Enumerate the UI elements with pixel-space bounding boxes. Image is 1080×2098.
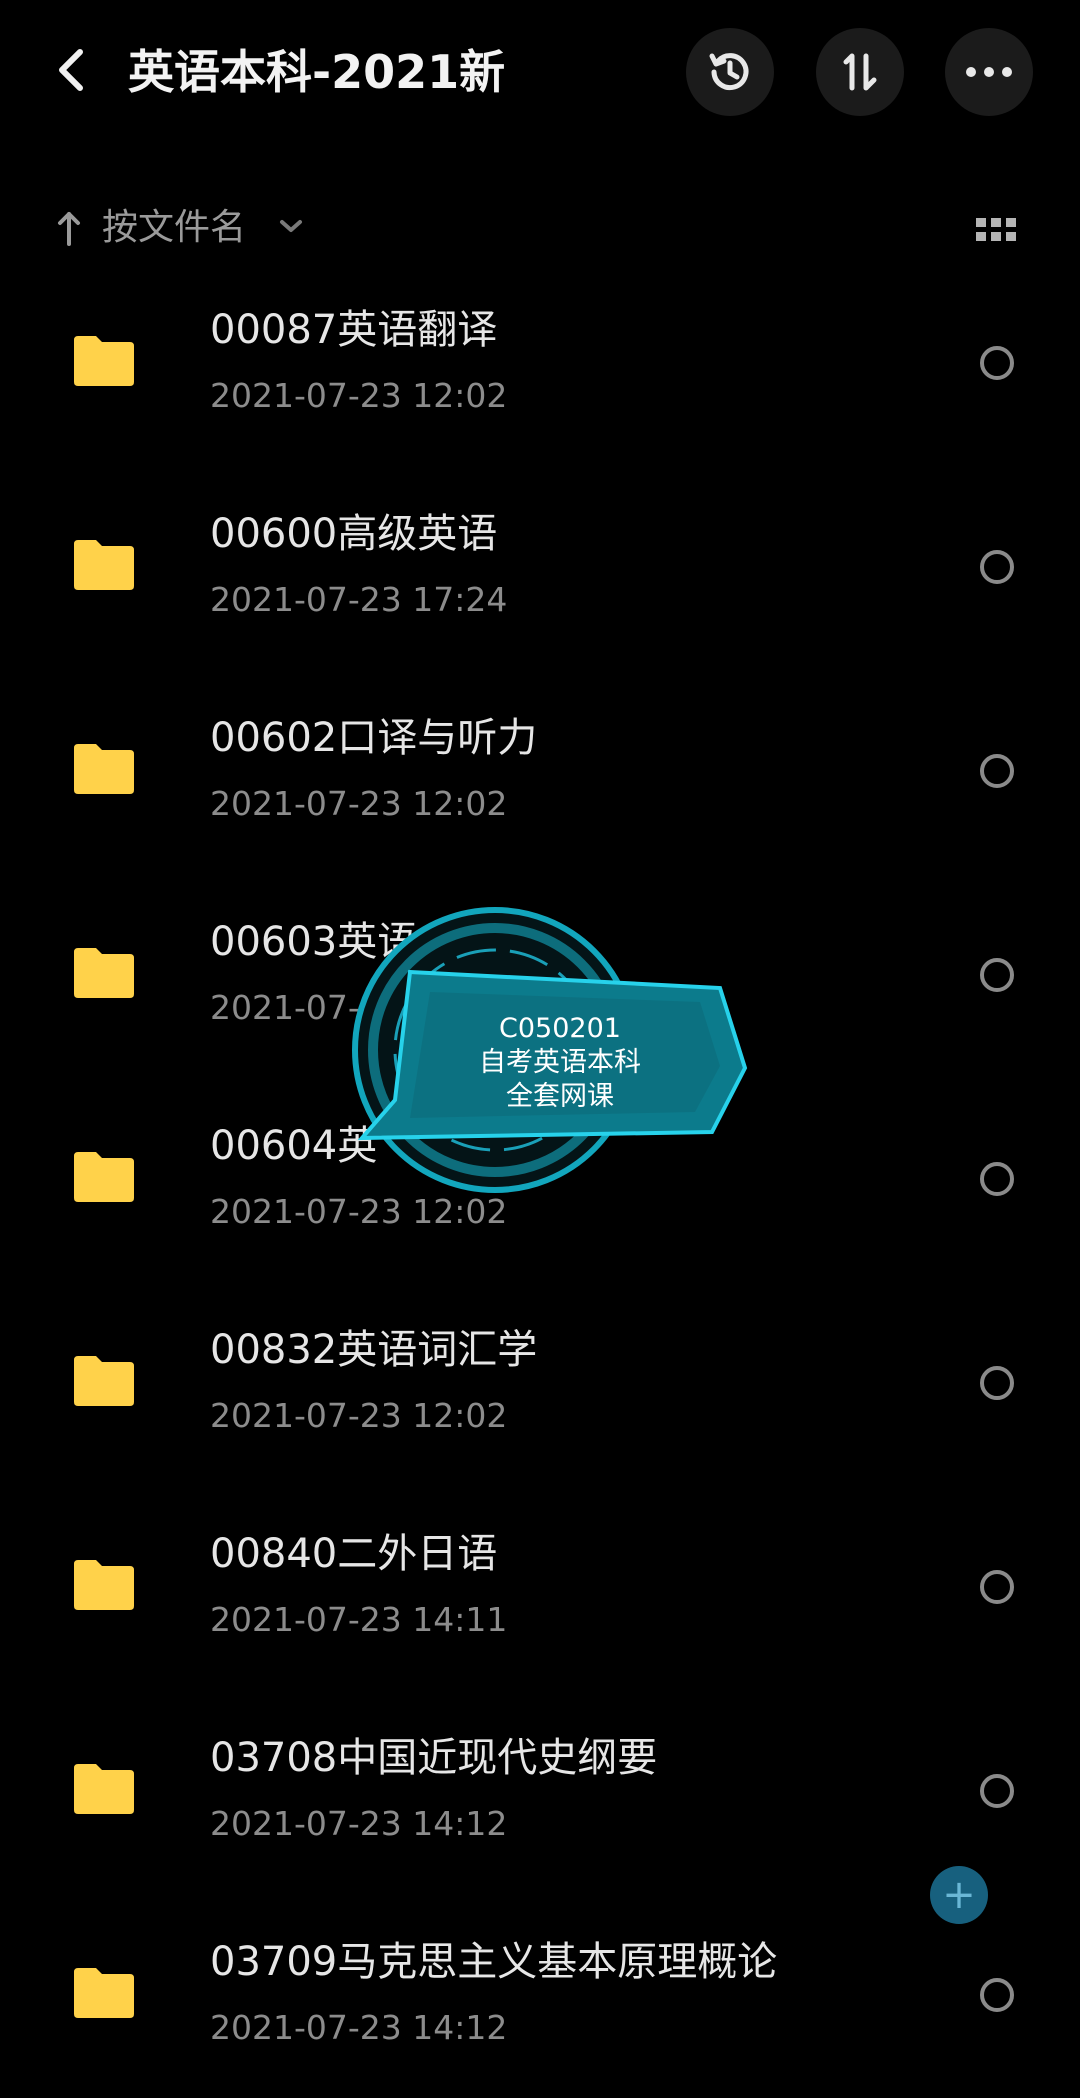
radio-icon[interactable] <box>980 958 1014 992</box>
add-button[interactable]: + <box>930 1866 988 1924</box>
file-name: 00840二外日语 <box>210 1531 498 1577</box>
folder-icon <box>74 1560 134 1610</box>
list-item[interactable]: 00602口译与听力 2021-07-23 12:02 <box>0 670 1080 874</box>
radio-icon[interactable] <box>980 1366 1014 1400</box>
app-header: 英语本科-2021新 <box>0 0 1080 140</box>
list-item[interactable]: 00087英语翻译 2021-07-23 12:02 <box>0 262 1080 466</box>
list-item[interactable]: 03709马克思主义基本原理概论 2021-07-23 14:12 <box>0 1894 1080 2098</box>
watermark-line: C050201 <box>499 1013 621 1044</box>
file-date: 2021-07-23 14:12 <box>210 2008 508 2047</box>
chevron-down-icon[interactable] <box>278 216 304 236</box>
more-icon <box>966 67 1012 77</box>
radio-icon[interactable] <box>980 1774 1014 1808</box>
file-date: 2021-07- <box>210 988 360 1027</box>
radio-icon[interactable] <box>980 754 1014 788</box>
list-item[interactable]: 00840二外日语 2021-07-23 14:11 <box>0 1486 1080 1690</box>
sort-order-button[interactable] <box>816 28 904 116</box>
file-name: 00087英语翻译 <box>210 307 498 353</box>
folder-icon <box>74 1764 134 1814</box>
file-name: 03709马克思主义基本原理概论 <box>210 1939 778 1985</box>
sort-direction-icon[interactable] <box>56 210 82 246</box>
list-item[interactable]: 00600高级英语 2021-07-23 17:24 <box>0 466 1080 670</box>
history-button[interactable] <box>686 28 774 116</box>
back-arrow-icon <box>59 49 83 91</box>
file-name: 00600高级英语 <box>210 511 498 557</box>
list-item[interactable]: 00832英语词汇学 2021-07-23 12:02 <box>0 1282 1080 1486</box>
file-date: 2021-07-23 12:02 <box>210 376 508 415</box>
file-date: 2021-07-23 14:11 <box>210 1600 508 1639</box>
file-name: 00832英语词汇学 <box>210 1327 538 1373</box>
folder-icon <box>74 744 134 794</box>
plus-icon: + <box>942 1872 976 1918</box>
grid-view-icon[interactable] <box>972 212 1020 248</box>
watermark-text: C050201 自考英语本科 全套网课 <box>430 1012 690 1114</box>
history-icon <box>709 53 749 91</box>
radio-icon[interactable] <box>980 346 1014 380</box>
list-item[interactable]: 03708中国近现代史纲要 2021-07-23 14:12 <box>0 1690 1080 1894</box>
back-button[interactable] <box>40 38 104 102</box>
radio-icon[interactable] <box>980 1162 1014 1196</box>
file-name: 03708中国近现代史纲要 <box>210 1735 658 1781</box>
file-date: 2021-07-23 14:12 <box>210 1804 508 1843</box>
file-date: 2021-07-23 12:02 <box>210 784 508 823</box>
sort-bar: 按文件名 <box>0 192 1080 264</box>
watermark-line: 自考英语本科 <box>479 1047 641 1078</box>
page-title: 英语本科-2021新 <box>128 45 506 99</box>
sort-by-name-label[interactable]: 按文件名 <box>102 204 246 252</box>
sort-order-icon <box>843 53 877 91</box>
radio-icon[interactable] <box>980 550 1014 584</box>
file-date: 2021-07-23 17:24 <box>210 580 508 619</box>
folder-icon <box>74 1968 134 2018</box>
radio-icon[interactable] <box>980 1570 1014 1604</box>
more-button[interactable] <box>945 28 1033 116</box>
file-name: 00602口译与听力 <box>210 715 538 761</box>
folder-icon <box>74 948 134 998</box>
folder-icon <box>74 1152 134 1202</box>
radio-icon[interactable] <box>980 1978 1014 2012</box>
folder-icon <box>74 1356 134 1406</box>
folder-icon <box>74 540 134 590</box>
folder-icon <box>74 336 134 386</box>
watermark-line: 全套网课 <box>506 1081 614 1112</box>
file-date: 2021-07-23 12:02 <box>210 1396 508 1435</box>
